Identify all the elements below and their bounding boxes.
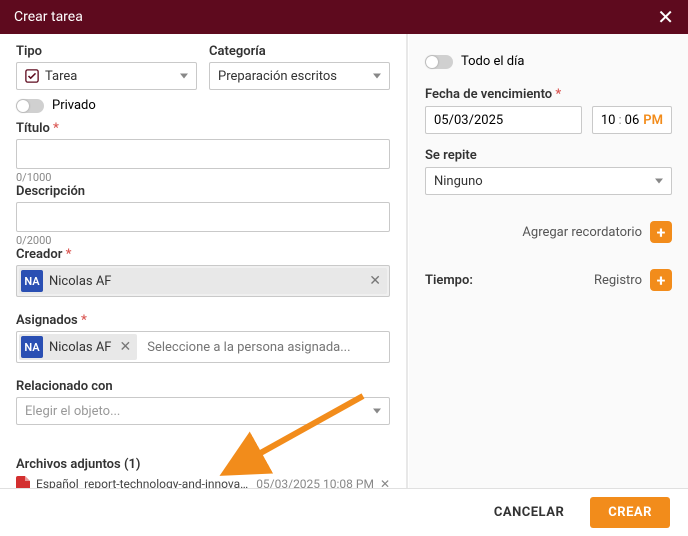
time-ampm[interactable]: PM <box>643 113 663 128</box>
chevron-down-icon <box>180 74 188 79</box>
asignados-label: Asignados <box>16 313 390 328</box>
relacionado-label: Relacionado con <box>16 379 390 394</box>
descripcion-input[interactable] <box>16 202 390 232</box>
titulo-input[interactable] <box>16 139 390 169</box>
creador-chip: NA Nicolas AF ✕ <box>19 268 387 294</box>
fecha-value: 05/03/2025 <box>434 113 503 128</box>
categoria-select[interactable]: Preparación escritos <box>209 62 390 90</box>
asignados-name: Nicolas AF <box>49 340 112 355</box>
asignados-chip: NA Nicolas AF ✕ <box>19 334 137 360</box>
task-check-icon <box>25 69 39 83</box>
close-icon[interactable]: ✕ <box>657 7 674 27</box>
creador-label: Creador <box>16 247 390 262</box>
remove-icon[interactable]: ✕ <box>367 273 383 289</box>
time-hour: 10 <box>601 113 616 128</box>
time-separator: : <box>619 113 622 128</box>
privado-toggle[interactable]: Privado <box>16 98 390 113</box>
pdf-icon <box>16 476 30 488</box>
left-panel: Tipo Tarea Categoría Preparación escrito… <box>0 34 408 488</box>
relacionado-placeholder: Elegir el objeto... <box>25 404 120 419</box>
chevron-down-icon <box>373 409 381 414</box>
relacionado-select[interactable]: Elegir el objeto... <box>16 397 390 425</box>
titulo-label: Título <box>16 121 390 136</box>
categoria-label: Categoría <box>209 44 390 59</box>
time-minute: 06 <box>625 113 640 128</box>
dialog-footer: CANCELAR CREAR <box>0 488 688 536</box>
registro-link[interactable]: Registro <box>594 273 642 288</box>
creador-field[interactable]: NA Nicolas AF ✕ <box>16 265 390 297</box>
asignados-field[interactable]: NA Nicolas AF ✕ <box>16 331 390 363</box>
agregar-recordatorio-link[interactable]: Agregar recordatorio <box>522 225 642 240</box>
titulo-counter: 0/1000 <box>16 171 390 184</box>
dialog-header: Crear tarea ✕ <box>0 0 688 34</box>
time-input[interactable]: 10 : 06 PM <box>592 106 672 134</box>
repite-label: Se repite <box>425 148 672 163</box>
categoria-value: Preparación escritos <box>218 69 337 84</box>
avatar: NA <box>21 336 43 358</box>
cancel-button[interactable]: CANCELAR <box>484 497 574 528</box>
attachment-remove-icon[interactable]: ✕ <box>380 477 390 488</box>
attachment-name[interactable]: Español_report-technology-and-innovation… <box>36 477 248 488</box>
tipo-select[interactable]: Tarea <box>16 62 197 90</box>
toggle-switch-icon <box>425 55 453 69</box>
tiempo-label: Tiempo: <box>425 273 473 288</box>
adjuntos-label: Archivos adjuntos (1) <box>16 457 140 472</box>
plus-icon[interactable]: + <box>650 221 672 243</box>
descripcion-counter: 0/2000 <box>16 234 390 247</box>
plus-icon[interactable]: + <box>650 269 672 291</box>
remove-icon[interactable]: ✕ <box>118 339 134 355</box>
todo-dia-label: Todo el día <box>461 54 524 69</box>
repite-select[interactable]: Ninguno <box>425 167 672 195</box>
fecha-label: Fecha de vencimiento <box>425 87 672 102</box>
chevron-down-icon <box>373 74 381 79</box>
descripcion-label: Descripción <box>16 184 390 199</box>
creador-name: Nicolas AF <box>49 274 361 289</box>
right-panel: Todo el día Fecha de vencimiento 05/03/2… <box>408 34 688 488</box>
tipo-label: Tipo <box>16 44 197 59</box>
avatar: NA <box>21 270 43 292</box>
create-button[interactable]: CREAR <box>590 497 670 528</box>
chevron-down-icon <box>655 179 663 184</box>
attachment-row: Español_report-technology-and-innovation… <box>16 472 390 488</box>
dialog-title: Crear tarea <box>14 9 83 25</box>
toggle-switch-icon <box>16 99 44 113</box>
privado-label: Privado <box>52 98 96 113</box>
attachment-time: 05/03/2025 10:08 PM <box>256 477 374 488</box>
repite-value: Ninguno <box>434 174 483 189</box>
todo-dia-toggle[interactable]: Todo el día <box>425 54 672 69</box>
tipo-value: Tarea <box>45 69 77 84</box>
asignados-input[interactable] <box>141 336 387 359</box>
fecha-input[interactable]: 05/03/2025 <box>425 106 582 134</box>
